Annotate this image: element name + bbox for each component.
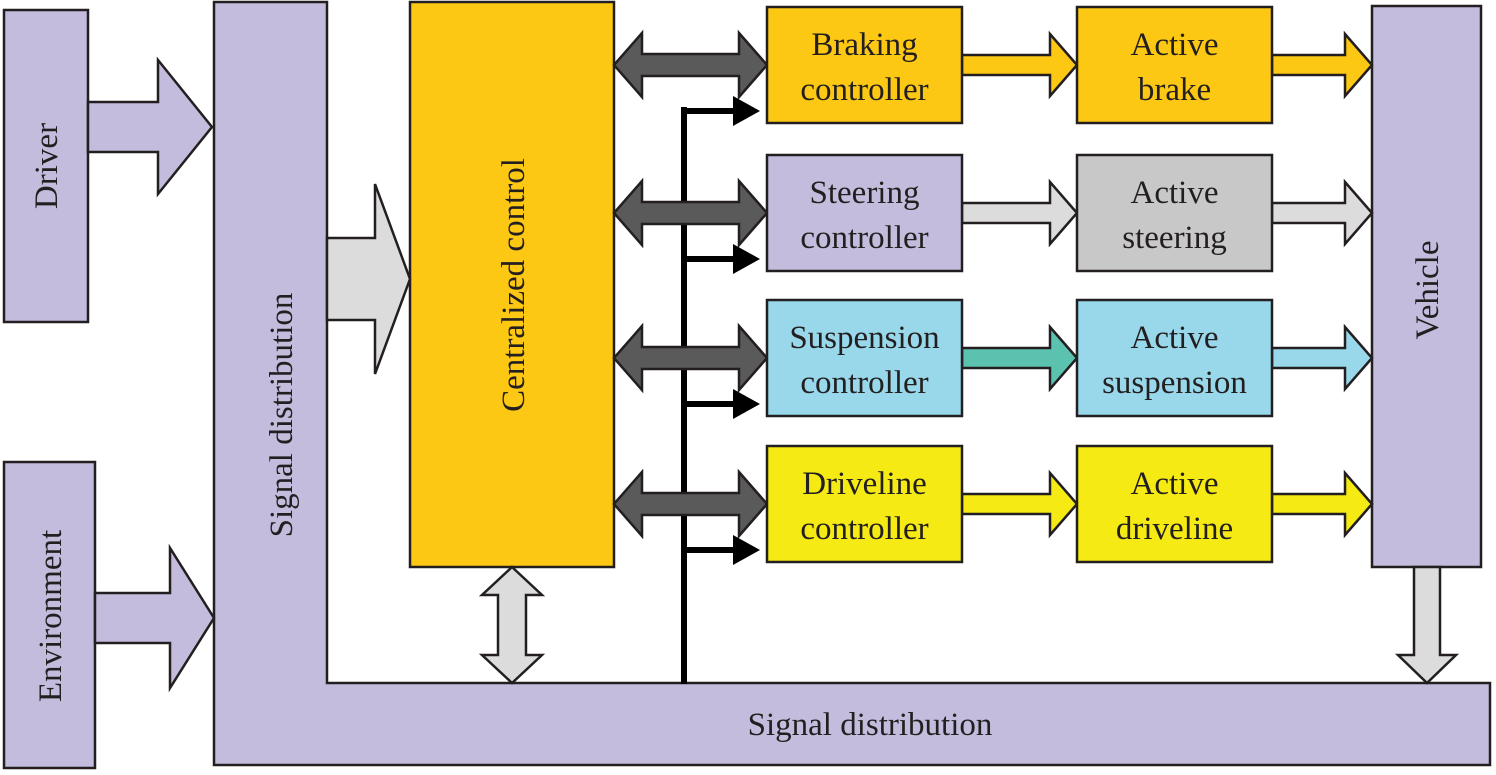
- driveline-controller-block: Driveline controller: [765, 444, 964, 564]
- driveline-controller-label-1: Driveline: [802, 466, 927, 502]
- central-signal-double-arrow: [478, 565, 546, 685]
- active-suspension-block: Active suspension: [1075, 298, 1274, 418]
- steering-controller-to-active-arrow: [960, 178, 1079, 248]
- braking-controller-label-2: controller: [800, 72, 928, 108]
- vehicle-label: Vehicle: [1410, 241, 1446, 340]
- active-braking-label-1: Active: [1131, 27, 1219, 63]
- active-steering-label-1: Active: [1131, 175, 1219, 211]
- driver-arrow: [86, 56, 214, 198]
- active-braking-block: Active brake: [1075, 5, 1274, 125]
- environment-label: Environment: [33, 530, 69, 702]
- active-driveline-label-1: Active: [1131, 466, 1219, 502]
- steering-central-double-arrow: [612, 177, 769, 249]
- suspension-bus-arrowhead: [733, 389, 760, 419]
- vehicle-control-diagram: Signal distribution Signal distribution …: [2, 0, 1492, 770]
- driveline-bus-arrowhead: [733, 535, 760, 565]
- active-driveline-block: Active driveline: [1075, 444, 1274, 564]
- driveline-central-double-arrow: [612, 468, 769, 540]
- active-suspension-label-2: suspension: [1102, 365, 1247, 401]
- driver-label: Driver: [29, 123, 65, 209]
- suspension-active-to-vehicle-arrow: [1270, 323, 1374, 393]
- braking-controller-to-active-arrow: [960, 30, 1079, 100]
- braking-active-to-vehicle-arrow: [1270, 30, 1374, 100]
- steering-controller-block: Steering controller: [765, 153, 964, 273]
- suspension-controller-to-active-arrow: [960, 323, 1079, 393]
- driveline-controller-to-active-arrow: [960, 469, 1079, 539]
- centralized-control-label: Centralized control: [496, 158, 532, 412]
- suspension-controller-label-2: controller: [800, 365, 928, 401]
- vehicle-feedback-arrow: [1394, 565, 1460, 685]
- active-braking-label-2: brake: [1138, 72, 1211, 108]
- suspension-central-double-arrow: [612, 322, 769, 394]
- braking-controller-label-1: Braking: [811, 27, 917, 63]
- braking-bus-arrowhead: [733, 96, 760, 126]
- active-driveline-label-2: driveline: [1116, 511, 1233, 547]
- steering-active-to-vehicle-arrow: [1270, 178, 1374, 248]
- signal-distribution-horizontal-label: Signal distribution: [748, 707, 993, 743]
- signal-distribution-vertical-label: Signal distribution: [264, 293, 300, 538]
- suspension-controller-label-1: Suspension: [789, 320, 939, 356]
- active-steering-label-2: steering: [1122, 220, 1226, 256]
- suspension-controller-block: Suspension controller: [765, 298, 964, 418]
- driveline-controller-label-2: controller: [800, 511, 928, 547]
- steering-controller-label-2: controller: [800, 220, 928, 256]
- steering-controller-label-1: Steering: [810, 175, 920, 211]
- active-steering-block: Active steering: [1075, 153, 1274, 273]
- driveline-active-to-vehicle-arrow: [1270, 469, 1374, 539]
- braking-controller-block: Braking controller: [765, 5, 964, 125]
- steering-bus-arrowhead: [733, 244, 760, 274]
- environment-arrow: [93, 543, 216, 693]
- signal-to-central-arrow: [325, 183, 412, 375]
- active-suspension-label-1: Active: [1131, 320, 1219, 356]
- braking-central-double-arrow: [612, 29, 769, 101]
